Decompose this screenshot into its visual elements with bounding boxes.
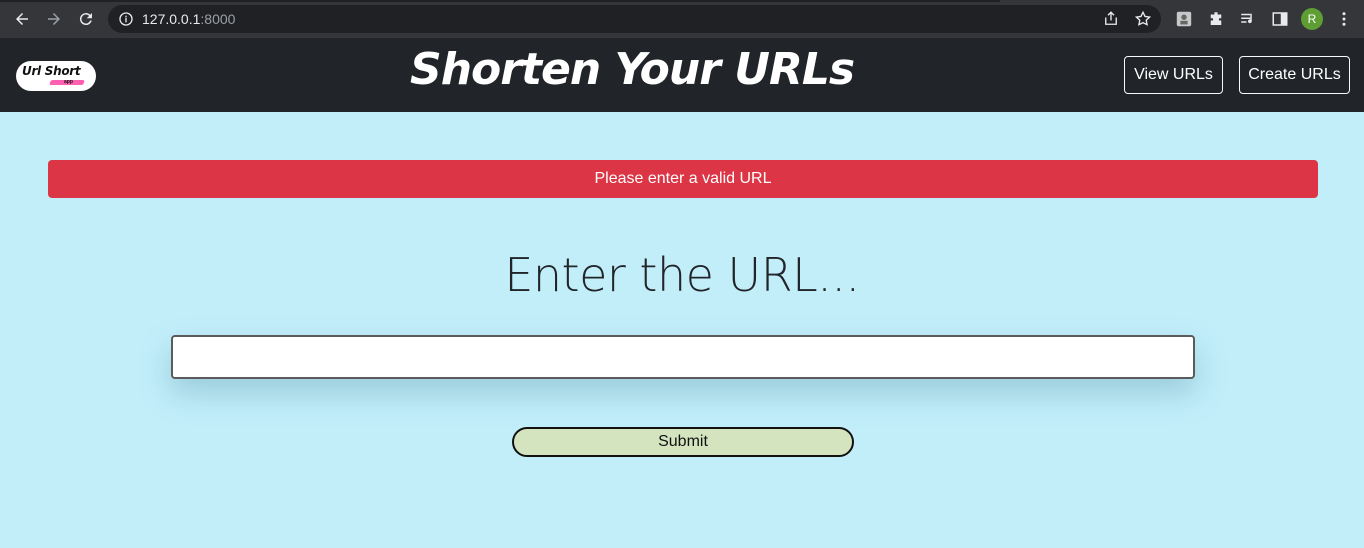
url-port: :8000 [200,11,236,27]
menu-dots-icon[interactable] [1334,9,1354,29]
back-button[interactable] [10,7,34,31]
logo-text: Url Short [22,64,81,78]
reload-icon [79,13,92,26]
create-urls-button[interactable]: Create URLs [1239,56,1350,94]
forward-button[interactable] [42,7,66,31]
site-logo[interactable]: Url Short app [16,61,96,91]
star-icon[interactable] [1134,10,1152,28]
puzzle-icon[interactable] [1206,9,1226,29]
site-navbar: Url Short app Shorten Your URLs View URL… [0,38,1364,112]
profile-avatar[interactable]: R [1301,8,1323,30]
url-host: 127.0.0.1 [142,11,201,27]
tab-strip-edge [0,0,1000,2]
side-panel-icon[interactable] [1270,9,1290,29]
logo-subtext: app [64,79,73,85]
info-icon[interactable] [118,11,134,27]
extension-icon[interactable] [1174,9,1194,29]
address-bar[interactable]: 127.0.0.1:8000 [108,5,1161,33]
submit-button[interactable]: Submit [512,427,854,457]
arrow-right-icon [48,13,60,25]
browser-toolbar: 127.0.0.1:8000 R [0,0,1364,38]
arrow-left-icon [16,13,28,25]
reload-button[interactable] [74,7,98,31]
url-input[interactable] [171,335,1195,379]
media-control-icon[interactable] [1238,9,1258,29]
share-icon[interactable] [1102,10,1120,28]
error-alert: Please enter a valid URL [48,160,1318,198]
site-title: Shorten Your URLs [410,44,855,95]
address-url: 127.0.0.1:8000 [142,11,235,27]
form-heading: Enter the URL... [504,248,860,302]
view-urls-button[interactable]: View URLs [1124,56,1223,94]
